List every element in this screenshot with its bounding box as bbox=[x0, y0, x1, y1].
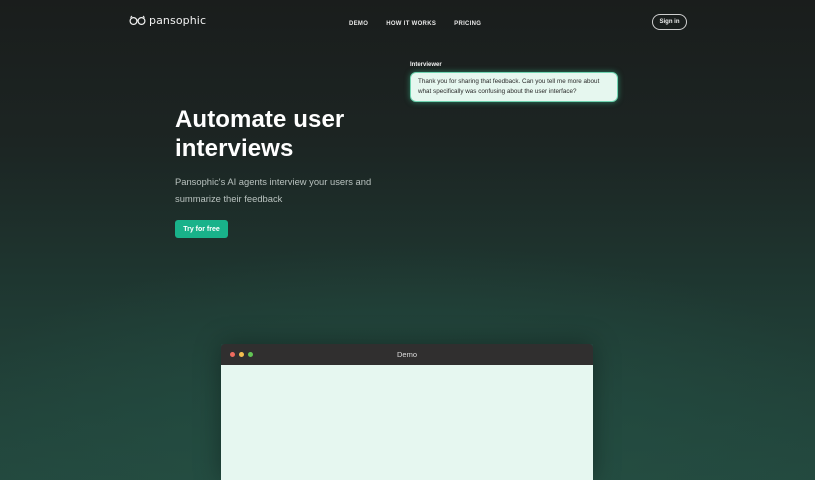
window-controls bbox=[230, 352, 253, 357]
hero-subtitle-line-2: summarize their feedback bbox=[175, 193, 283, 204]
demo-window-title: Demo bbox=[396, 350, 417, 359]
maximize-dot-icon[interactable] bbox=[248, 352, 253, 357]
top-nav: pansophic DEMO HOW IT WORKS PRICING Sign… bbox=[0, 0, 815, 46]
hero-title: Automate user interviews bbox=[175, 105, 395, 163]
nav-link-how-it-works[interactable]: HOW IT WORKS bbox=[386, 21, 436, 27]
brand-name: pansophic bbox=[149, 14, 207, 27]
minimize-dot-icon[interactable] bbox=[239, 352, 244, 357]
hero-subtitle-line-1: Pansophic's AI agents interview your use… bbox=[175, 176, 372, 187]
hero-section: Automate user interviews Pansophic's AI … bbox=[175, 105, 395, 238]
chat-bubble-group: Interviewer Thank you for sharing that f… bbox=[410, 62, 618, 102]
demo-window-body[interactable] bbox=[221, 365, 593, 480]
nav-link-pricing[interactable]: PRICING bbox=[454, 21, 481, 27]
sign-in-button[interactable]: Sign in bbox=[652, 14, 687, 30]
hero-title-line-2: interviews bbox=[175, 135, 294, 162]
demo-window: Demo bbox=[221, 344, 593, 480]
nav-links: DEMO HOW IT WORKS PRICING bbox=[349, 21, 481, 27]
hero-title-line-1: Automate user bbox=[175, 106, 345, 133]
owl-glasses-logo-icon bbox=[129, 15, 146, 26]
close-dot-icon[interactable] bbox=[230, 352, 235, 357]
brand-logo[interactable]: pansophic bbox=[129, 14, 206, 27]
chat-bubble: Thank you for sharing that feedback. Can… bbox=[410, 72, 618, 102]
chat-speaker-label: Interviewer bbox=[410, 62, 442, 68]
hero-subtitle: Pansophic's AI agents interview your use… bbox=[175, 173, 395, 207]
try-for-free-button[interactable]: Try for free bbox=[175, 220, 228, 238]
nav-link-demo[interactable]: DEMO bbox=[349, 21, 368, 27]
demo-window-titlebar: Demo bbox=[221, 344, 593, 365]
